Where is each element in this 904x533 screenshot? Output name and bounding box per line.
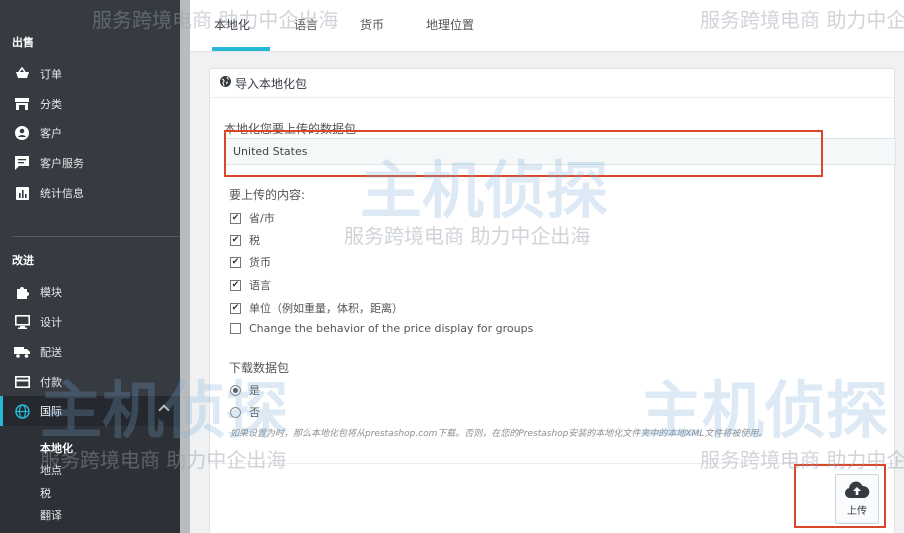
checkbox-states[interactable]: ✔ 省/市 bbox=[230, 210, 275, 226]
sidebar-item-international[interactable]: 国际 bbox=[0, 396, 180, 426]
sidebar: 出售 订单 分类 客户 客户服务 统计信息 改进 模块 设计 配送 付款 国际 … bbox=[0, 0, 180, 533]
sidebar-item-label: 设计 bbox=[40, 316, 62, 329]
truck-icon bbox=[14, 344, 30, 360]
radio-selected[interactable] bbox=[230, 384, 241, 396]
user-icon bbox=[14, 125, 30, 141]
tab-geolocation[interactable]: 地理位置 bbox=[426, 16, 474, 33]
sidebar-item-catalog[interactable]: 分类 bbox=[0, 89, 180, 119]
checkbox-checked[interactable]: ✔ bbox=[230, 212, 241, 224]
chart-icon bbox=[14, 185, 30, 201]
tab-languages[interactable]: 语言 bbox=[294, 16, 318, 33]
monitor-icon bbox=[14, 314, 30, 330]
checkbox-label: 税 bbox=[249, 234, 260, 247]
sidebar-item-payment[interactable]: 付款 bbox=[0, 367, 180, 397]
submenu-item-translations[interactable]: 翻译 bbox=[40, 507, 62, 523]
sidebar-item-stats[interactable]: 统计信息 bbox=[0, 178, 180, 208]
submenu-item-localization[interactable]: 本地化 bbox=[40, 440, 73, 456]
sidebar-item-modules[interactable]: 模块 bbox=[0, 277, 180, 307]
checkbox-languages[interactable]: ✔ 语言 bbox=[230, 277, 271, 293]
tab-currencies[interactable]: 货币 bbox=[360, 16, 384, 33]
checkbox-label: 省/市 bbox=[249, 212, 275, 225]
card-icon bbox=[14, 374, 30, 390]
sidebar-item-label: 国际 bbox=[40, 405, 62, 418]
highlight-frame-upload bbox=[794, 464, 886, 528]
panel-footer-divider bbox=[210, 463, 894, 464]
sidebar-item-customer-service[interactable]: 客户服务 bbox=[0, 148, 180, 178]
sidebar-item-label: 客户 bbox=[40, 127, 62, 140]
sidebar-submenu bbox=[0, 426, 180, 533]
download-hint: 如果设置为时，那么本地化包将从prestashop.com下载。否则，在您的Pr… bbox=[230, 429, 768, 439]
checkbox-price-display[interactable]: Change the behavior of the price display… bbox=[230, 322, 533, 335]
radio-download-no[interactable]: 否 bbox=[230, 404, 260, 420]
active-tab-indicator bbox=[212, 47, 270, 51]
radio-download-yes[interactable]: 是 bbox=[230, 382, 260, 398]
checkbox-checked[interactable]: ✔ bbox=[230, 279, 241, 291]
highlight-frame-package bbox=[224, 130, 823, 177]
sidebar-divider bbox=[12, 236, 180, 237]
checkbox-checked[interactable]: ✔ bbox=[230, 256, 241, 268]
content-label: 要上传的内容: bbox=[229, 188, 306, 202]
checkbox-checked[interactable]: ✔ bbox=[230, 302, 241, 314]
sidebar-item-shipping[interactable]: 配送 bbox=[0, 337, 180, 367]
sidebar-item-label: 统计信息 bbox=[40, 187, 84, 200]
gutter bbox=[180, 0, 190, 533]
chat-icon bbox=[14, 155, 30, 171]
checkbox-label: 单位（例如重量，体积，距离） bbox=[249, 302, 403, 315]
sidebar-item-design[interactable]: 设计 bbox=[0, 307, 180, 337]
sidebar-item-label: 订单 bbox=[40, 68, 62, 81]
checkbox-checked[interactable]: ✔ bbox=[230, 234, 241, 246]
sidebar-section-improve: 改进 bbox=[12, 254, 34, 267]
panel-heading: 导入本地化包 bbox=[210, 69, 894, 98]
checkbox-unchecked[interactable] bbox=[230, 323, 241, 334]
sidebar-item-label: 付款 bbox=[40, 376, 62, 389]
radio-unselected[interactable] bbox=[230, 406, 241, 418]
submenu-item-taxes[interactable]: 税 bbox=[40, 485, 51, 501]
download-label: 下载数据包 bbox=[229, 361, 290, 375]
sidebar-item-label: 分类 bbox=[40, 98, 62, 111]
tab-localization[interactable]: 本地化 bbox=[214, 16, 250, 33]
sidebar-item-customers[interactable]: 客户 bbox=[0, 118, 180, 148]
chevron-up-icon bbox=[158, 404, 170, 416]
sidebar-item-label: 模块 bbox=[40, 286, 62, 299]
cart-icon bbox=[14, 66, 30, 82]
puzzle-icon bbox=[14, 284, 30, 300]
checkbox-currencies[interactable]: ✔ 货币 bbox=[230, 254, 271, 270]
checkbox-label: 语言 bbox=[249, 279, 271, 292]
checkbox-units[interactable]: ✔ 单位（例如重量，体积，距离） bbox=[230, 300, 403, 316]
checkbox-taxes[interactable]: ✔ 税 bbox=[230, 232, 260, 248]
submenu-item-locations[interactable]: 地点 bbox=[40, 462, 62, 478]
sidebar-section-sell: 出售 bbox=[12, 36, 34, 49]
checkbox-label: 货币 bbox=[249, 256, 271, 269]
checkbox-label: Change the behavior of the price display… bbox=[249, 322, 534, 335]
tab-bar: 本地化 语言 货币 地理位置 bbox=[190, 0, 904, 52]
sidebar-item-orders[interactable]: 订单 bbox=[0, 59, 180, 89]
sidebar-item-label: 客户服务 bbox=[40, 157, 84, 170]
radio-label: 否 bbox=[249, 406, 260, 419]
sidebar-item-label: 配送 bbox=[40, 346, 62, 359]
globe-icon bbox=[220, 76, 231, 90]
panel-title: 导入本地化包 bbox=[235, 76, 308, 91]
store-icon bbox=[14, 96, 30, 112]
radio-label: 是 bbox=[249, 384, 260, 397]
globe-icon bbox=[14, 403, 30, 419]
